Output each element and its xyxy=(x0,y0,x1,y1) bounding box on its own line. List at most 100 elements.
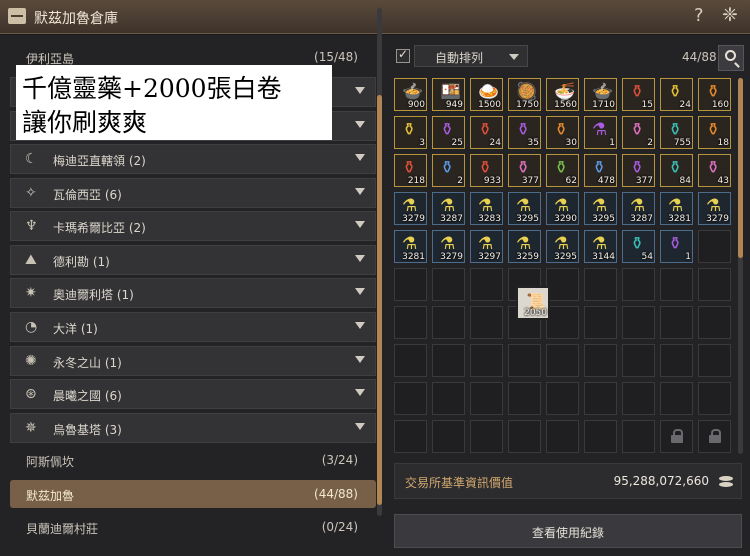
inventory-slot[interactable]: ⚱ 25 xyxy=(432,116,465,149)
inventory-slot[interactable]: ⚱ 18 xyxy=(698,116,731,149)
inventory-slot[interactable]: ⚱ 1 xyxy=(660,230,693,263)
inventory-slot[interactable]: ⚗ 3281 xyxy=(660,192,693,225)
inventory-slot[interactable]: ⚗ 3279 xyxy=(432,230,465,263)
inventory-slot[interactable]: ⚱ 15 xyxy=(622,78,655,111)
inventory-scroll-thumb[interactable] xyxy=(738,78,743,258)
inventory-slot[interactable] xyxy=(584,344,617,377)
inventory-slot[interactable] xyxy=(508,420,541,453)
inventory-slot[interactable]: 🍱 949 xyxy=(432,78,465,111)
inventory-slot[interactable] xyxy=(508,344,541,377)
settings-icon[interactable]: ❈ xyxy=(722,4,738,26)
inventory-slot[interactable]: ⚗ 3287 xyxy=(432,192,465,225)
inventory-slot[interactable] xyxy=(394,268,427,301)
inventory-slot[interactable] xyxy=(584,382,617,415)
inventory-slot[interactable]: ⚗ 3279 xyxy=(394,192,427,225)
inventory-slot[interactable]: ⚗ 3283 xyxy=(470,192,503,225)
inventory-slot[interactable]: ⚱ 2 xyxy=(432,154,465,187)
inventory-slot[interactable] xyxy=(394,306,427,339)
inventory-slot[interactable]: ⚗ 3287 xyxy=(622,192,655,225)
inventory-slot[interactable]: 🥘 1750 xyxy=(508,78,541,111)
region-subitem[interactable]: ✺ 永冬之山 (1) xyxy=(10,345,376,376)
inventory-slot[interactable]: ⚱ 377 xyxy=(508,154,541,187)
sort-dropdown[interactable]: 自動排列 xyxy=(414,45,528,67)
inventory-slot[interactable] xyxy=(660,382,693,415)
inventory-slot[interactable] xyxy=(394,420,427,453)
inventory-slot[interactable] xyxy=(432,344,465,377)
inventory-slot[interactable]: ⚱ 35 xyxy=(508,116,541,149)
inventory-slot[interactable] xyxy=(546,306,579,339)
inventory-slot[interactable]: ⚱ 43 xyxy=(698,154,731,187)
region-header[interactable]: 阿斯佩坎 (3/24) xyxy=(10,446,376,474)
inventory-slot[interactable]: ⚱ 755 xyxy=(660,116,693,149)
inventory-slot[interactable]: ⚱ 478 xyxy=(584,154,617,187)
inventory-slot[interactable]: ⚱ 160 xyxy=(698,78,731,111)
inventory-slot[interactable]: ⚗ 3297 xyxy=(470,230,503,263)
inventory-slot[interactable]: ⚗ 3295 xyxy=(546,230,579,263)
inventory-slot[interactable] xyxy=(622,382,655,415)
inventory-slot[interactable]: ⚱ 24 xyxy=(660,78,693,111)
inventory-slot[interactable] xyxy=(432,382,465,415)
search-button[interactable] xyxy=(718,45,744,71)
inventory-slot[interactable]: 🍜 1560 xyxy=(546,78,579,111)
inventory-slot[interactable]: ⚗ 3259 xyxy=(508,230,541,263)
inventory-slot[interactable] xyxy=(698,306,731,339)
region-subitem[interactable]: ◔ 大洋 (1) xyxy=(10,312,376,342)
region-subitem[interactable]: ✵ 烏魯基塔 (3) xyxy=(10,412,376,443)
inventory-slot[interactable]: ⚗ 3290 xyxy=(546,192,579,225)
inventory-slot[interactable] xyxy=(584,268,617,301)
region-header[interactable]: 貝蘭迪爾村莊 (0/24) xyxy=(10,513,376,541)
inventory-slot[interactable]: ⚱ 54 xyxy=(622,230,655,263)
inventory-slot[interactable] xyxy=(546,420,579,453)
region-subitem[interactable]: ⛰ 德利勘 (1) xyxy=(10,244,376,275)
auto-sort-checkbox[interactable] xyxy=(396,47,410,63)
inventory-slot[interactable] xyxy=(698,344,731,377)
inventory-slot[interactable] xyxy=(660,306,693,339)
inventory-slot[interactable]: ⚱ 933 xyxy=(470,154,503,187)
region-subitem[interactable]: ♆ 卡瑪希爾比亞 (2) xyxy=(10,211,376,242)
inventory-slot[interactable] xyxy=(698,230,731,263)
inventory-slot[interactable]: 🍲 1710 xyxy=(584,78,617,111)
dragged-item[interactable]: 📜 2050 xyxy=(516,286,550,320)
inventory-slot[interactable]: ⚗ 3295 xyxy=(508,192,541,225)
inventory-slot[interactable]: ⚱ 62 xyxy=(546,154,579,187)
inventory-slot[interactable] xyxy=(698,382,731,415)
inventory-slot[interactable] xyxy=(470,268,503,301)
region-subitem[interactable]: ☾ 梅迪亞直轄領 (2) xyxy=(10,144,376,174)
inventory-slot[interactable]: ⚱ 3 xyxy=(394,116,427,149)
inventory-slot[interactable] xyxy=(470,420,503,453)
inventory-slot[interactable]: ⚗ 3281 xyxy=(394,230,427,263)
inventory-slot[interactable] xyxy=(660,344,693,377)
inventory-slot[interactable] xyxy=(470,344,503,377)
inventory-slot[interactable] xyxy=(432,306,465,339)
region-subitem[interactable]: ✧ 瓦倫西亞 (6) xyxy=(10,177,376,208)
inventory-slot[interactable] xyxy=(432,268,465,301)
region-list-scroll-thumb[interactable] xyxy=(377,95,382,505)
inventory-slot[interactable]: ⚱ 24 xyxy=(470,116,503,149)
inventory-slot[interactable]: ⚱ 30 xyxy=(546,116,579,149)
inventory-slot[interactable] xyxy=(622,306,655,339)
inventory-slot[interactable]: ⚗ 1 xyxy=(584,116,617,149)
inventory-slot[interactable]: ⚱ 218 xyxy=(394,154,427,187)
locked-slot[interactable] xyxy=(660,420,693,453)
region-subitem[interactable]: ⊛ 晨曦之國 (6) xyxy=(10,379,376,410)
inventory-slot[interactable] xyxy=(660,268,693,301)
inventory-slot[interactable]: ⚗ 3279 xyxy=(698,192,731,225)
inventory-slot[interactable]: ⚗ 3144 xyxy=(584,230,617,263)
region-header[interactable]: 默茲加魯 (44/88) xyxy=(10,480,376,508)
view-history-button[interactable]: 查看使用紀錄 xyxy=(394,514,742,548)
inventory-slot[interactable] xyxy=(546,344,579,377)
inventory-slot[interactable] xyxy=(622,420,655,453)
inventory-slot[interactable] xyxy=(546,382,579,415)
inventory-slot[interactable] xyxy=(622,268,655,301)
inventory-slot[interactable]: ⚱ 84 xyxy=(660,154,693,187)
inventory-slot[interactable]: ⚗ 3295 xyxy=(584,192,617,225)
inventory-slot[interactable] xyxy=(470,306,503,339)
inventory-slot[interactable]: 🍲 900 xyxy=(394,78,427,111)
inventory-slot[interactable] xyxy=(546,268,579,301)
inventory-slot[interactable]: ⚱ 2 xyxy=(622,116,655,149)
inventory-slot[interactable] xyxy=(394,382,427,415)
inventory-slot[interactable] xyxy=(584,420,617,453)
help-icon[interactable]: ? xyxy=(694,5,704,26)
inventory-slot[interactable]: ⚱ 377 xyxy=(622,154,655,187)
inventory-slot[interactable] xyxy=(508,382,541,415)
